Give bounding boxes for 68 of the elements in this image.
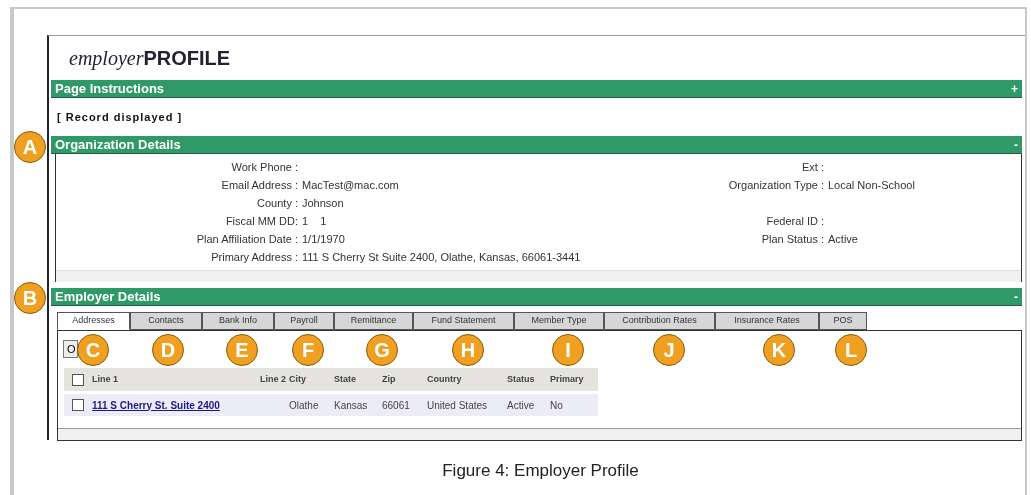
table-cell: Active — [507, 399, 535, 411]
field-label: Primary Address : — [210, 249, 298, 265]
field-value: MacTest@mac.com — [302, 178, 399, 191]
table-cell: No — [550, 399, 563, 411]
section-title: Organization Details — [55, 138, 181, 151]
column-header: Line 2 — [259, 372, 287, 386]
toggle-icon[interactable]: + — [1011, 82, 1018, 95]
column-header: Status — [507, 372, 536, 386]
section-title: Employer Details — [55, 290, 161, 303]
tab[interactable]: Member Type — [514, 312, 604, 330]
action-button[interactable]: O — [63, 340, 78, 358]
field-label: County : — [256, 195, 298, 211]
field-label: Organization Type : — [727, 177, 824, 193]
tab[interactable]: Contribution Rates — [604, 312, 715, 330]
tab[interactable]: POS — [819, 312, 867, 330]
column-header: City — [289, 372, 307, 386]
record-status: [ Record displayed ] — [57, 109, 183, 125]
callout-badge: A — [14, 131, 46, 163]
callout-badge: I — [552, 334, 584, 366]
callout-badge: F — [292, 334, 324, 366]
toggle-icon[interactable]: - — [1014, 138, 1018, 151]
callout-badge: J — [653, 334, 685, 366]
field-value: Active — [828, 232, 858, 245]
callout-badge: C — [77, 334, 109, 366]
callout-badge: K — [763, 334, 795, 366]
tab[interactable]: Bank Info — [202, 312, 274, 330]
table-cell: Kansas — [334, 399, 368, 411]
app-title: employerPROFILE — [69, 46, 231, 72]
field-label: Ext : — [801, 159, 824, 175]
field-value: 1 1 — [302, 214, 327, 227]
table-cell: Olathe — [289, 399, 319, 411]
column-header: Primary — [550, 372, 585, 386]
table-cell: United States — [427, 399, 488, 411]
field-value: Johnson — [302, 196, 344, 209]
section-title: Page Instructions — [55, 82, 165, 95]
tab[interactable]: Addresses — [57, 312, 130, 330]
callout-badge: D — [152, 334, 184, 366]
figure-caption: Figure 4: Employer Profile — [442, 460, 639, 482]
callout-badge: G — [366, 334, 398, 366]
tab[interactable]: Contacts — [130, 312, 202, 330]
checkbox[interactable] — [72, 399, 84, 411]
tab[interactable]: Payroll — [274, 312, 334, 330]
field-value: 111 S Cherry St Suite 2400, Olathe, Kansas, 66061-3441 — [302, 250, 581, 263]
address-link[interactable]: 111 S Cherry St. Suite 2400 — [92, 399, 220, 411]
checkbox[interactable] — [72, 373, 84, 386]
field-label: Email Address : — [220, 177, 298, 193]
callout-badge: E — [226, 334, 258, 366]
field-label: Plan Status : — [760, 231, 824, 247]
column-header: Line 1 — [92, 372, 119, 386]
field-label: Plan Affiliation Date : — [195, 231, 298, 247]
scrollbar[interactable] — [58, 428, 1021, 440]
callout-badge: H — [452, 334, 484, 366]
column-header: Country — [427, 372, 463, 386]
tab[interactable]: Insurance Rates — [715, 312, 819, 330]
column-header: State — [334, 372, 357, 386]
table-row[interactable]: 111 S Cherry St. Suite 2400 Olathe Kansas 66061 United States Active No — [64, 394, 598, 416]
callout-badge: B — [14, 282, 46, 314]
tab[interactable]: Fund Statement — [413, 312, 514, 330]
table-cell: 66061 — [382, 399, 410, 411]
tab[interactable]: Remittance — [334, 312, 413, 330]
column-header: Zip — [382, 372, 397, 386]
field-label: Fiscal MM DD: — [224, 213, 298, 229]
field-value: 1/1/1970 — [302, 232, 345, 245]
field-label: Federal ID : — [765, 213, 824, 229]
callout-badge: L — [835, 334, 867, 366]
toggle-icon[interactable]: - — [1014, 290, 1018, 303]
field-value: Local Non-School — [828, 178, 915, 191]
field-label: Work Phone : — [230, 159, 298, 175]
